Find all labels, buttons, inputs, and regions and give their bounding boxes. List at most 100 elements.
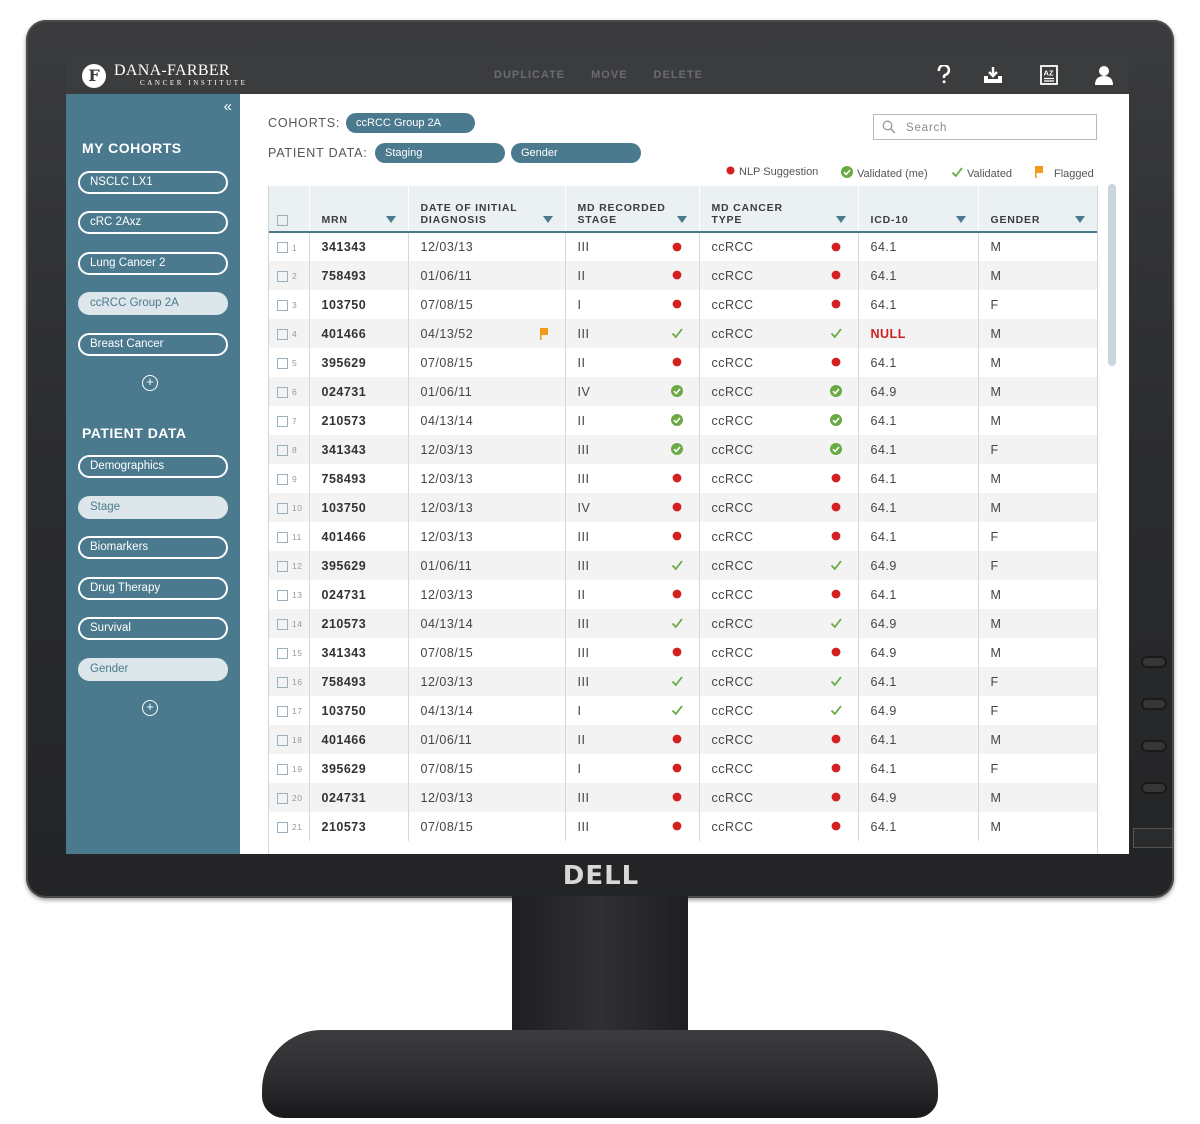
validated-me-icon[interactable] (670, 443, 683, 455)
table-row[interactable]: 14 210573 04/13/14 III ccRCC 64.9 M (269, 609, 1097, 638)
add-patient-data-icon[interactable]: + (142, 700, 158, 716)
row-checkbox[interactable] (277, 618, 288, 630)
row-checkbox[interactable] (277, 502, 288, 514)
row-checkbox[interactable] (277, 647, 288, 659)
row-checkbox[interactable] (277, 560, 288, 572)
row-checkbox[interactable] (277, 763, 288, 775)
table-row[interactable]: 7 210573 04/13/14 II ccRCC 64.1 M (269, 406, 1097, 435)
patient-data-item-active[interactable]: Gender (78, 658, 228, 681)
column-header-stage[interactable]: MD RECORDED STAGE (565, 186, 700, 233)
search-input[interactable]: Search (873, 114, 1097, 140)
patient-data-item-active[interactable]: Stage (78, 496, 228, 519)
patient-data-item[interactable]: Survival (78, 617, 228, 640)
table-row[interactable]: 4 401466 04/13/52 III ccRCC NULL M (269, 319, 1097, 348)
table-row[interactable]: 8 341343 12/03/13 III ccRCC 64.1 F (269, 435, 1097, 464)
table-row[interactable]: 18 401466 01/06/11 II ccRCC 64.1 M (269, 725, 1097, 754)
table-row[interactable]: 19 395629 07/08/15 IccRCC 64.1 F (269, 754, 1097, 783)
flag-icon[interactable] (539, 328, 549, 343)
nlp-suggestion-icon[interactable] (830, 298, 842, 310)
row-checkbox[interactable] (277, 357, 288, 369)
row-checkbox[interactable] (277, 705, 288, 717)
validated-check-icon[interactable] (671, 617, 683, 629)
row-checkbox[interactable] (277, 242, 288, 254)
row-checkbox[interactable] (277, 328, 288, 340)
cohort-item[interactable]: NSCLC LX1 (78, 171, 228, 194)
nlp-suggestion-icon[interactable] (671, 791, 683, 803)
select-all-checkbox[interactable] (277, 214, 288, 226)
row-checkbox[interactable] (277, 270, 288, 282)
table-row[interactable]: 2 758493 01/06/11 II ccRCC 64.1 M (269, 261, 1097, 290)
validated-check-icon[interactable] (830, 617, 842, 629)
row-checkbox[interactable] (277, 386, 288, 398)
validated-check-icon[interactable] (671, 559, 683, 571)
sort-arrow-icon[interactable] (542, 216, 553, 223)
cohort-item[interactable]: Breast Cancer (78, 333, 228, 356)
nlp-suggestion-icon[interactable] (830, 791, 842, 803)
nlp-suggestion-icon[interactable] (671, 588, 683, 600)
table-row[interactable]: 21 210573 07/08/15 III ccRCC 64.1 M (269, 812, 1097, 841)
sort-arrow-icon[interactable] (676, 216, 687, 223)
delete-button[interactable]: DELETE (654, 69, 703, 81)
row-checkbox[interactable] (277, 531, 288, 543)
sort-az-icon[interactable]: AZ (1037, 63, 1061, 87)
validated-me-icon[interactable] (829, 385, 842, 397)
validated-me-icon[interactable] (829, 443, 842, 455)
row-checkbox[interactable] (277, 415, 288, 427)
patient-filter-chip[interactable]: Gender (511, 143, 641, 163)
table-row[interactable]: 15 341343 07/08/15 III ccRCC 64.9 M (269, 638, 1097, 667)
nlp-suggestion-icon[interactable] (830, 501, 842, 513)
help-icon[interactable] (932, 63, 956, 87)
validated-me-icon[interactable] (829, 414, 842, 426)
column-header-date[interactable]: DATE OF INITIAL DIAGNOSIS (408, 186, 566, 233)
nlp-suggestion-icon[interactable] (671, 646, 683, 658)
nlp-suggestion-icon[interactable] (671, 530, 683, 542)
row-checkbox[interactable] (277, 821, 288, 833)
cohort-item[interactable]: cRC 2Axz (78, 211, 228, 234)
table-row[interactable]: 10 103750 12/03/13 IV ccRCC 64.1 M (269, 493, 1097, 522)
table-row[interactable]: 3 103750 07/08/15 IccRCC 64.1 F (269, 290, 1097, 319)
nlp-suggestion-icon[interactable] (671, 298, 683, 310)
add-cohort-icon[interactable]: + (142, 375, 158, 391)
table-row[interactable]: 20 024731 12/03/13 III ccRCC 64.9 M (269, 783, 1097, 812)
nlp-suggestion-icon[interactable] (671, 269, 683, 281)
sort-arrow-icon[interactable] (385, 216, 396, 223)
validated-check-icon[interactable] (830, 327, 842, 339)
patient-data-item[interactable]: Drug Therapy (78, 577, 228, 600)
table-row[interactable]: 5 395629 07/08/15 II ccRCC 64.1 M (269, 348, 1097, 377)
row-checkbox[interactable] (277, 792, 288, 804)
nlp-suggestion-icon[interactable] (671, 356, 683, 368)
table-row[interactable]: 11 401466 12/03/13 III ccRCC 64.1 F (269, 522, 1097, 551)
scrollbar-thumb[interactable] (1108, 184, 1116, 366)
validated-check-icon[interactable] (830, 675, 842, 687)
row-checkbox[interactable] (277, 299, 288, 311)
cohort-filter-chip[interactable]: ccRCC Group 2A (346, 113, 475, 133)
sort-arrow-icon[interactable] (955, 216, 966, 223)
nlp-suggestion-icon[interactable] (830, 646, 842, 658)
nlp-suggestion-icon[interactable] (830, 472, 842, 484)
sort-arrow-icon[interactable] (835, 216, 846, 223)
validated-check-icon[interactable] (671, 704, 683, 716)
validated-me-icon[interactable] (670, 385, 683, 397)
user-icon[interactable] (1092, 63, 1116, 87)
nlp-suggestion-icon[interactable] (671, 733, 683, 745)
column-header-mrn[interactable]: MRN (309, 186, 409, 233)
nlp-suggestion-icon[interactable] (830, 762, 842, 774)
column-header-icd10[interactable]: ICD-10 (858, 186, 979, 233)
table-row[interactable]: 9 758493 12/03/13 III ccRCC 64.1 M (269, 464, 1097, 493)
table-row[interactable]: 1 341343 12/03/13 III ccRCC 64.1 M (269, 232, 1097, 261)
nlp-suggestion-icon[interactable] (671, 762, 683, 774)
nlp-suggestion-icon[interactable] (830, 733, 842, 745)
move-button[interactable]: MOVE (591, 69, 627, 81)
row-checkbox[interactable] (277, 734, 288, 746)
nlp-suggestion-icon[interactable] (671, 820, 683, 832)
validated-check-icon[interactable] (671, 327, 683, 339)
cohort-item[interactable]: Lung Cancer 2 (78, 252, 228, 275)
nlp-suggestion-icon[interactable] (830, 241, 842, 253)
nlp-suggestion-icon[interactable] (830, 356, 842, 368)
table-row[interactable]: 16 758493 12/03/13 III ccRCC 64.1 F (269, 667, 1097, 696)
validated-check-icon[interactable] (830, 559, 842, 571)
row-checkbox[interactable] (277, 473, 288, 485)
table-row[interactable]: 12 395629 01/06/11 III ccRCC 64.9 F (269, 551, 1097, 580)
cohort-item-active[interactable]: ccRCC Group 2A (78, 292, 228, 315)
column-header-cancer-type[interactable]: MD CANCER TYPE (699, 186, 859, 233)
